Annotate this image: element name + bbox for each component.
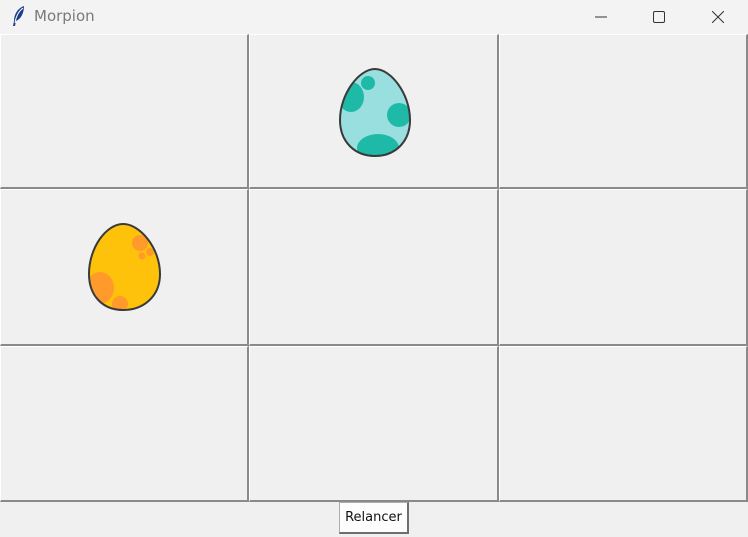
cell-r3-c3[interactable] — [499, 346, 748, 502]
cell-r2-c1[interactable] — [0, 189, 249, 346]
minimize-icon — [595, 16, 607, 18]
cell-r1-c1[interactable] — [0, 34, 249, 189]
close-icon — [712, 11, 724, 23]
cell-r3-c1[interactable] — [0, 346, 249, 502]
maximize-button[interactable] — [636, 0, 682, 34]
cell-r2-c3[interactable] — [499, 189, 748, 346]
cell-r1-c2[interactable] — [249, 34, 499, 189]
teal-egg-icon — [338, 68, 412, 158]
cell-r3-c2[interactable] — [249, 346, 499, 502]
feather-icon — [9, 5, 29, 27]
yellow-egg-icon — [88, 222, 162, 312]
window-title: Morpion — [34, 7, 95, 25]
minimize-button[interactable] — [578, 0, 624, 34]
game-board — [0, 34, 748, 502]
close-button[interactable] — [695, 0, 741, 34]
restart-button[interactable]: Relancer — [339, 502, 409, 534]
title-bar: Morpion — [0, 0, 748, 34]
maximize-icon — [653, 11, 665, 23]
cell-r2-c2[interactable] — [249, 189, 499, 346]
cell-r1-c3[interactable] — [499, 34, 748, 189]
